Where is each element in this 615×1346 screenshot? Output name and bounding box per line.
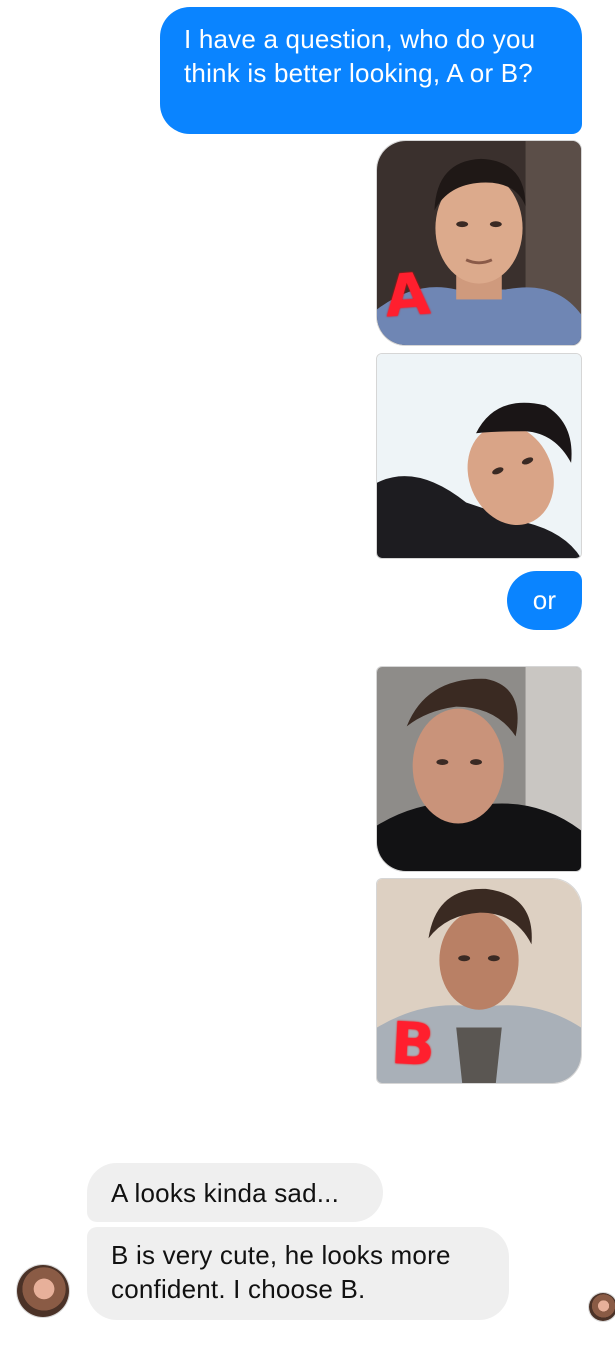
photo-message-2[interactable] (376, 353, 582, 559)
received-message-bubble[interactable]: B is very cute, he looks more confident.… (87, 1227, 509, 1320)
photo-label-a: A (382, 259, 433, 331)
message-text: A looks kinda sad... (111, 1178, 340, 1208)
photo-message-a[interactable]: A (376, 140, 582, 346)
avatar-image (17, 1265, 69, 1317)
man-portrait-image (377, 667, 581, 871)
photo-message-b[interactable]: B (376, 878, 582, 1084)
sent-message-bubble[interactable]: I have a question, who do you think is b… (160, 7, 582, 134)
message-text: or (532, 585, 557, 615)
man-portrait-image (377, 354, 581, 558)
contact-avatar[interactable] (16, 1264, 70, 1318)
received-message-bubble[interactable]: A looks kinda sad... (87, 1163, 383, 1222)
message-text: B is very cute, he looks more confident.… (111, 1240, 451, 1304)
sent-message-bubble[interactable]: or (507, 571, 582, 630)
photo-label-b: B (389, 1008, 437, 1080)
photo-message-3[interactable] (376, 666, 582, 872)
avatar-image (589, 1293, 615, 1321)
message-text: I have a question, who do you think is b… (184, 24, 536, 88)
read-receipt-avatar (588, 1292, 615, 1322)
